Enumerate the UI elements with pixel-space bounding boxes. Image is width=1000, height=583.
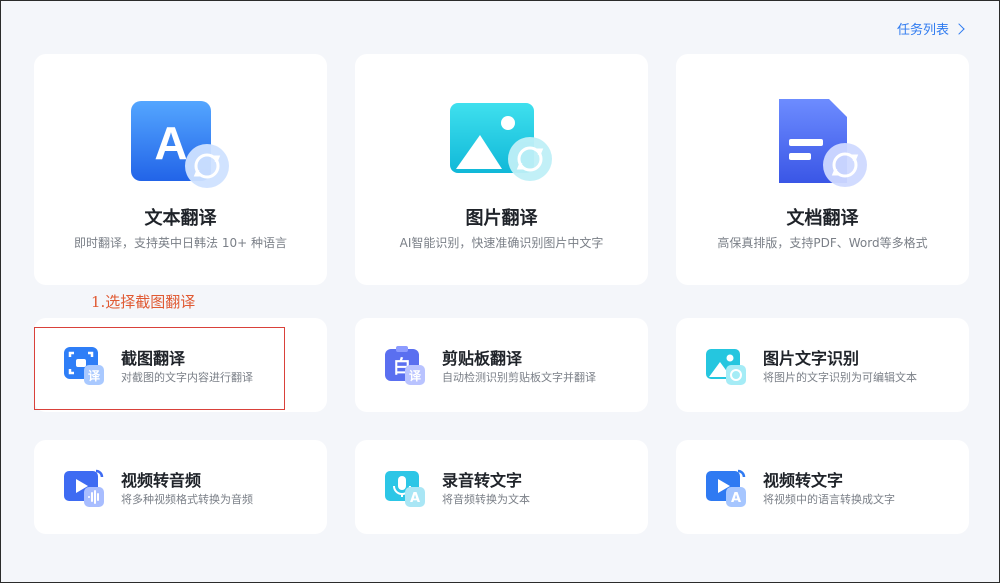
image-translate-icon [449, 99, 554, 191]
video-to-text-icon: A [704, 467, 748, 509]
card-title: 视频转音频 [121, 471, 202, 490]
card-desc: 将视频中的语言转换成文字 [763, 493, 895, 506]
screenshot-translate-icon: 译 [62, 345, 106, 387]
card-title: 文档翻译 [786, 208, 859, 229]
card-image-ocr[interactable]: 图片文字识别 将图片的文字识别为可编辑文本 [676, 318, 969, 412]
card-text-translate[interactable]: A 文本翻译 即时翻译，支持英中日韩法 10+ 种语言 [34, 54, 327, 285]
app-window: 任务列表 A 文本翻译 即时翻译，支持英中日韩法 10+ 种语言 图片翻译 AI… [0, 0, 1000, 583]
card-document-translate[interactable]: 文档翻译 高保真排版，支持PDF、Word等多格式 [676, 54, 969, 285]
video-to-audio-icon [62, 467, 106, 509]
card-screenshot-translate[interactable]: 译 截图翻译 对截图的文字内容进行翻译 [34, 318, 327, 412]
card-title: 文本翻译 [144, 208, 217, 229]
card-desc: AI智能识别，快速准确识别图片中文字 [399, 236, 604, 250]
clipboard-translate-icon: 白 译 [383, 345, 427, 387]
card-title: 图片文字识别 [763, 349, 860, 368]
card-desc: 自动检测识别剪贴板文字并翻译 [442, 371, 596, 384]
card-title: 剪贴板翻译 [442, 349, 523, 368]
card-video-to-audio[interactable]: 视频转音频 将多种视频格式转换为音频 [34, 440, 327, 534]
svg-text:A: A [410, 491, 420, 506]
task-list-label: 任务列表 [896, 23, 949, 38]
card-image-translate[interactable]: 图片翻译 AI智能识别，快速准确识别图片中文字 [355, 54, 648, 285]
chevron-right-icon [953, 22, 965, 35]
svg-text:A: A [154, 117, 187, 169]
card-title: 录音转文字 [442, 471, 523, 490]
card-clipboard-translate[interactable]: 白 译 剪贴板翻译 自动检测识别剪贴板文字并翻译 [355, 318, 648, 412]
document-translate-icon [771, 99, 875, 191]
text-translate-icon: A [129, 99, 233, 191]
card-desc: 对截图的文字内容进行翻译 [121, 371, 253, 384]
audio-to-text-icon: A [383, 467, 427, 509]
image-ocr-icon [704, 345, 748, 387]
card-desc: 将音频转换为文本 [442, 493, 530, 506]
card-desc: 将图片的文字识别为可编辑文本 [763, 371, 917, 384]
card-video-to-text[interactable]: A 视频转文字 将视频中的语言转换成文字 [676, 440, 969, 534]
card-desc: 即时翻译，支持英中日韩法 10+ 种语言 [74, 236, 287, 250]
svg-text:A: A [731, 491, 741, 506]
card-audio-to-text[interactable]: A 录音转文字 将音频转换为文本 [355, 440, 648, 534]
svg-text:译: 译 [409, 369, 422, 383]
svg-text:译: 译 [88, 369, 101, 383]
card-title: 图片翻译 [465, 208, 538, 229]
card-title: 视频转文字 [763, 471, 844, 490]
task-list-link[interactable]: 任务列表 [896, 19, 965, 38]
card-desc: 将多种视频格式转换为音频 [121, 493, 253, 506]
annotation-step-label: 1.选择截图翻译 [91, 293, 196, 311]
card-desc: 高保真排版，支持PDF、Word等多格式 [717, 236, 928, 250]
card-title: 截图翻译 [121, 349, 186, 368]
